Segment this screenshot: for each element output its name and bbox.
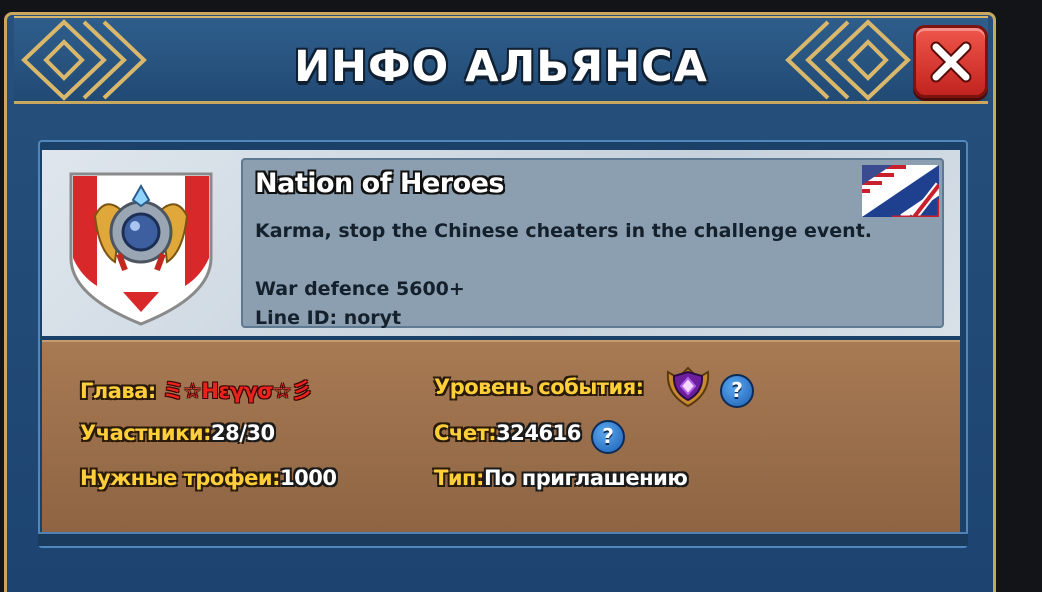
description-line-3: War defence 5600+ [255, 278, 465, 300]
score-help-button[interactable]: ? [591, 420, 625, 454]
description-line-4: Line ID: noryt [255, 307, 402, 329]
score-value: 324616 [496, 421, 581, 445]
trophies-label: Нужные трофеи: [80, 466, 281, 490]
event-level-row: Уровень события: [434, 375, 644, 399]
dialog-header: ИНФО АЛЬЯНСА [14, 16, 988, 104]
members-value: 28/30 [211, 421, 275, 445]
alliance-shield-emblem-icon [69, 172, 213, 326]
members-row: Участники:28/30 [80, 421, 275, 445]
us-uk-flag-icon[interactable] [862, 165, 939, 217]
event-level-label: Уровень события: [434, 375, 644, 399]
members-label: Участники: [80, 421, 212, 445]
purple-gem-crest-icon [666, 366, 710, 408]
leader-row: Глава: ミ☆Hεγγσ☆彡 [80, 375, 313, 405]
description-line-1: Karma, stop the Chinese cheaters in the … [255, 220, 872, 242]
type-value: По приглашению [483, 466, 688, 490]
leader-label: Глава: [80, 379, 156, 403]
type-label: Тип: [434, 466, 484, 490]
leader-name[interactable]: ミ☆Hεγγσ☆彡 [163, 379, 313, 403]
close-x-icon [930, 41, 972, 83]
score-label: Счет: [434, 421, 497, 445]
trophies-value: 1000 [280, 466, 337, 490]
panel-bottom-edge [38, 532, 968, 546]
event-level-help-button[interactable]: ? [720, 374, 754, 408]
trophies-row: Нужные трофеи:1000 [80, 466, 337, 490]
score-row: Счет:324616 [434, 421, 581, 445]
close-button[interactable] [913, 25, 988, 98]
alliance-name: Nation of Heroes [255, 168, 505, 199]
dialog-title: ИНФО АЛЬЯНСА [294, 42, 708, 92]
type-row: Тип:По приглашению [434, 466, 688, 490]
